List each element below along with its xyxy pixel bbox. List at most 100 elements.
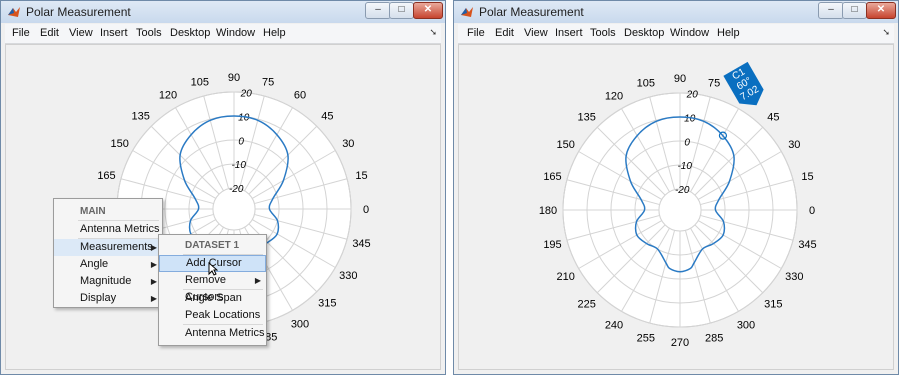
menu-insert[interactable]: Insert <box>555 27 583 39</box>
submenu-arrow-icon: ▶ <box>150 277 157 286</box>
window-title: Polar Measurement <box>26 5 131 19</box>
angle-tick-label: 120 <box>605 91 623 103</box>
menu-item-peak-locations[interactable]: Peak Locations <box>159 307 266 324</box>
dock-arrow-icon[interactable]: ➘ <box>429 27 437 38</box>
menu-file[interactable]: File <box>467 27 485 39</box>
menu-insert[interactable]: Insert <box>100 27 128 39</box>
angle-tick-label: 90 <box>674 73 686 85</box>
dock-arrow-icon[interactable]: ➘ <box>882 27 890 38</box>
menu-view[interactable]: View <box>524 27 548 39</box>
magnitude-tick-label: 0 <box>684 137 690 148</box>
angle-tick-label: 285 <box>705 333 723 345</box>
menu-item-magnitude-label: Magnitude <box>80 275 132 287</box>
plot-area: 0153045607590105120135150165180195210225… <box>458 44 894 370</box>
menu-window[interactable]: Window <box>216 27 255 39</box>
angle-tick-label: 60 <box>294 90 306 102</box>
menu-bar: File Edit View Insert Tools Desktop Wind… <box>458 24 894 44</box>
submenu-arrow-icon: ▶ <box>150 294 157 303</box>
angle-tick-label: 315 <box>318 297 336 309</box>
angle-tick-label: 45 <box>767 112 779 124</box>
maximize-button[interactable]: □ <box>842 2 867 19</box>
close-button[interactable]: ✕ <box>413 2 443 19</box>
minimize-button[interactable]: – <box>818 2 844 19</box>
submenu-arrow-icon: ▶ <box>150 260 157 269</box>
angle-tick-label: 150 <box>111 138 129 150</box>
submenu-arrow-icon: ▶ <box>254 276 261 285</box>
angle-tick-label: 75 <box>262 76 274 88</box>
menu-view[interactable]: View <box>69 27 93 39</box>
angle-tick-label: 165 <box>97 170 115 182</box>
menu-item-antenna-metrics-dataset[interactable]: Antenna Metrics <box>159 325 266 342</box>
menu-item-angle[interactable]: Angle ▶ <box>54 256 162 273</box>
magnitude-tick-label: 20 <box>240 89 253 100</box>
angle-tick-label: 315 <box>764 298 782 310</box>
menu-bar: File Edit View Insert Tools Desktop Wind… <box>5 24 441 44</box>
menu-item-add-cursor[interactable]: Add Cursor <box>159 255 266 276</box>
angle-tick-label: 255 <box>637 333 655 345</box>
menu-help[interactable]: Help <box>717 27 740 39</box>
angle-tick-label: 30 <box>342 138 354 150</box>
menu-desktop[interactable]: Desktop <box>624 27 664 39</box>
magnitude-tick-label: -20 <box>229 184 244 195</box>
angle-tick-label: 0 <box>363 204 369 216</box>
menu-help[interactable]: Help <box>263 27 286 39</box>
magnitude-tick-label: 20 <box>686 90 699 101</box>
angle-tick-label: 45 <box>321 111 333 123</box>
angle-tick-label: 135 <box>131 111 149 123</box>
menu-desktop[interactable]: Desktop <box>170 27 210 39</box>
angle-tick-label: 15 <box>801 171 813 183</box>
angle-tick-label: 300 <box>291 318 309 330</box>
menu-header-dataset: DATASET 1 <box>185 240 240 251</box>
angle-tick-label: 330 <box>339 270 357 282</box>
magnitude-tick-label: -10 <box>231 160 246 171</box>
submenu-arrow-icon: ▶ <box>150 243 157 252</box>
menu-item-angle-span[interactable]: Angle Span <box>159 290 266 307</box>
matlab-icon <box>8 7 20 17</box>
window-title: Polar Measurement <box>479 5 584 19</box>
angle-tick-label: 15 <box>355 170 367 182</box>
menu-item-measurements-label: Measurements <box>80 241 153 253</box>
angle-tick-label: 135 <box>577 112 595 124</box>
magnitude-tick-label: -10 <box>677 161 692 172</box>
menu-file[interactable]: File <box>12 27 30 39</box>
angle-tick-label: 345 <box>798 239 816 251</box>
minimize-button[interactable]: – <box>365 2 391 19</box>
menu-item-remove-cursors[interactable]: Remove Cursors ▶ <box>159 272 266 303</box>
menu-item-angle-label: Angle <box>80 258 109 270</box>
menu-edit[interactable]: Edit <box>495 27 514 39</box>
angle-tick-label: 0 <box>809 205 815 217</box>
angle-tick-label: 90 <box>228 72 240 84</box>
menu-item-magnitude[interactable]: Magnitude ▶ <box>54 273 162 290</box>
polar-measurement-window-right: Polar Measurement – □ ✕ File Edit View I… <box>453 0 899 375</box>
menu-item-measurements[interactable]: Measurements ▶ <box>54 239 162 256</box>
context-menu-main: MAIN Antenna Metrics Measurements ▶ Angl… <box>53 198 163 308</box>
close-button[interactable]: ✕ <box>866 2 896 19</box>
menu-window[interactable]: Window <box>670 27 709 39</box>
angle-tick-label: 195 <box>543 239 561 251</box>
title-bar[interactable]: Polar Measurement – □ ✕ <box>1 1 445 23</box>
menu-tools[interactable]: Tools <box>590 27 616 39</box>
angle-tick-label: 120 <box>159 90 177 102</box>
angle-tick-label: 180 <box>539 205 557 217</box>
angle-tick-label: 75 <box>708 77 720 89</box>
angle-tick-label: 165 <box>543 171 561 183</box>
menu-item-antenna-metrics[interactable]: Antenna Metrics <box>54 221 162 238</box>
menu-header-main: MAIN <box>80 206 106 217</box>
angle-tick-label: 330 <box>785 271 803 283</box>
polar-plot[interactable]: 0153045607590105120135150165180195210225… <box>459 45 895 371</box>
title-bar[interactable]: Polar Measurement – □ ✕ <box>454 1 898 23</box>
angle-tick-label: 300 <box>737 319 755 331</box>
maximize-button[interactable]: □ <box>389 2 414 19</box>
menu-tools[interactable]: Tools <box>136 27 162 39</box>
angle-tick-label: 30 <box>788 139 800 151</box>
angle-tick-label: 150 <box>557 139 575 151</box>
menu-item-display[interactable]: Display ▶ <box>54 290 162 307</box>
context-menu-dataset: DATASET 1 Add Cursor Remove Cursors ▶ An… <box>158 234 267 346</box>
angle-tick-label: 210 <box>557 271 575 283</box>
menu-edit[interactable]: Edit <box>40 27 59 39</box>
menu-item-display-label: Display <box>80 292 117 304</box>
angle-tick-label: 105 <box>637 77 655 89</box>
angle-tick-label: 105 <box>191 76 209 88</box>
angle-tick-label: 345 <box>352 238 370 250</box>
magnitude-tick-label: 0 <box>238 136 244 147</box>
